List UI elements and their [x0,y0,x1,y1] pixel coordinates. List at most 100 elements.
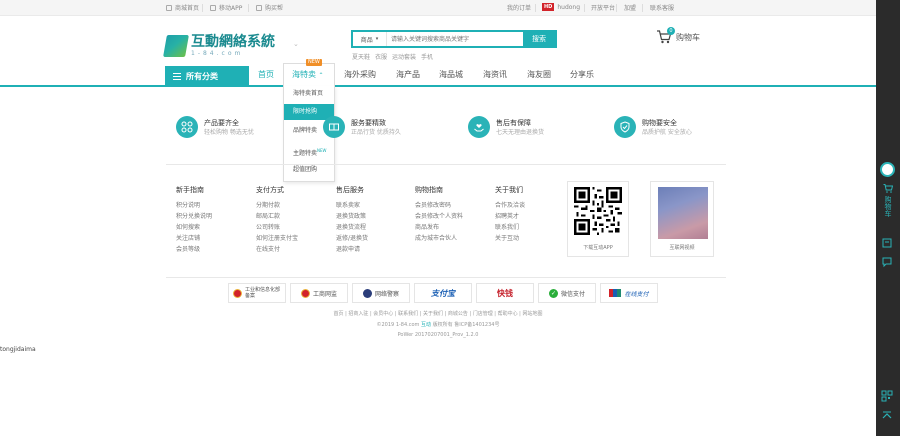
nav-item-friends[interactable]: 海友圈 [527,69,551,80]
emblem-icon [300,288,310,298]
open-platform-link[interactable]: 开放平台 [591,3,615,12]
service-item: 产品要齐全 轻松购物 畅选无忧 [176,116,254,138]
shield-check-icon [614,116,636,138]
footer-link[interactable]: 合作及洽谈 [495,200,525,211]
search-category-label: 商品 [360,36,373,44]
footer-link[interactable]: 积分兑换说明 [176,211,212,222]
badge-police[interactable]: 网络警察 [352,283,410,303]
footer-link[interactable]: 退换货流程 [336,222,368,233]
footer-link[interactable]: 如何注册支付宝 [256,233,298,244]
logo-text: 互動網絡系統 1-84.com [191,34,275,58]
emblem-icon [233,288,242,298]
customer-service-label: 联系客服 [650,5,675,12]
nav-item-home[interactable]: 首页 [258,69,274,80]
top-app-link[interactable]: 移动APP [210,3,242,12]
video-ad-card[interactable]: 互联网视频 [650,181,714,257]
top-home-label: 商城首页 [175,5,200,12]
nav-item-news[interactable]: 海资讯 [483,69,507,80]
nav-item-special[interactable]: 海特卖 ⌃ [292,69,324,80]
ad-image [658,187,708,239]
footer-link[interactable]: 招聘英才 [495,211,525,222]
nav-item-overseas[interactable]: 海外采购 [344,69,376,80]
footer-link[interactable]: 会员等级 [176,244,212,255]
footer-link[interactable]: 积分说明 [176,200,212,211]
hotword[interactable]: 运动套装 [392,52,416,61]
my-orders-link[interactable]: 我的订单 [507,3,531,12]
footer-link[interactable]: 分期付款 [256,200,298,211]
divider [166,277,726,278]
logo-mark-icon [163,35,189,57]
search-input[interactable] [387,32,523,46]
hotword[interactable]: 衣服 [375,52,387,61]
cart-button[interactable]: 0 购物车 [656,27,700,44]
user-avatar-icon[interactable] [880,162,895,177]
nav-item-mall[interactable]: 海品城 [439,69,463,80]
search-button[interactable]: 搜索 [523,32,555,46]
unionpay-icon [609,289,622,297]
all-categories-button[interactable]: 所有分类 [165,66,249,86]
footer-link[interactable]: 在线支付 [256,244,298,255]
qr-label: 下载互动APP [583,245,613,251]
footer-link[interactable]: 邮局汇款 [256,211,298,222]
nav-item-products[interactable]: 海产品 [396,69,420,80]
badge-kuaiqian[interactable]: 快钱 [476,283,534,303]
footer-link[interactable]: 公司转账 [256,222,298,233]
qr-code-icon[interactable] [881,390,893,402]
dropdown-item[interactable]: 海特卖首页 [284,86,334,102]
trust-badges: 工业和信息化部备案 工商网监 网络警察 支付宝 快钱 ✓ 微信支付 在线支付 [228,282,658,304]
hudong-link[interactable]: HD hudong [542,3,580,11]
assets-icon[interactable] [881,237,893,249]
badge-alipay[interactable]: 支付宝 [414,283,472,303]
footer-link[interactable]: 关注店铺 [176,233,212,244]
footer-link[interactable]: 联系我们 [495,222,525,233]
footer-link[interactable]: 联系卖家 [336,200,368,211]
service-subtitle: 品质护航 安全放心 [642,128,692,136]
footer-link[interactable]: 成为城市合伙人 [415,233,463,244]
footer-column-title: 关于我们 [495,186,523,194]
franchise-label: 加盟 [624,5,637,12]
search-category-select[interactable]: 商品 ▾ [353,32,387,46]
franchise-link[interactable]: 加盟 [624,3,636,12]
footer-link[interactable]: 关于互动 [495,233,525,244]
footer-link[interactable]: 退换货政策 [336,211,368,222]
phone-icon [210,4,216,11]
copyright-rest: 版权所有 鲁ICP备1401234号 [432,322,500,328]
badge-unionpay[interactable]: 在线支付 [600,283,658,303]
toolbar-cart-label: 购物车 [884,196,892,217]
chat-bubble-icon[interactable] [881,256,893,268]
service-subtitle: 七天无理由退换货 [496,128,545,136]
hands-heart-icon [468,116,490,138]
hotword[interactable]: 手机 [421,52,433,61]
divider [616,4,617,12]
dropdown-item[interactable]: 主题特卖NEW [284,143,334,159]
divider [535,4,536,12]
toolbar-cart-button[interactable]: 购物车 [880,184,896,217]
footer-link[interactable]: 会员修改个人资料 [415,211,463,222]
service-title: 服务要精致 [351,118,386,127]
company-link[interactable]: 互动 [421,322,431,328]
top-home-link[interactable]: 商城首页 [166,3,199,12]
footer-link[interactable]: 会员修改密码 [415,200,463,211]
ticket-icon [323,116,345,138]
back-to-top-icon[interactable] [881,410,893,422]
nav-item-share[interactable]: 分享乐 [570,69,594,80]
footer-link[interactable]: 返修/退换货 [336,233,368,244]
right-toolbar: 购物车 [876,0,900,436]
site-logo[interactable]: 互動網絡系統 1-84.com [163,34,275,58]
footer-column: 购物指南 会员修改密码 会员修改个人资料 商品发布 成为城市合伙人 [415,185,463,244]
all-categories-label: 所有分类 [186,71,218,81]
badge-wechatpay[interactable]: ✓ 微信支付 [538,283,596,303]
dropdown-item-label: 主题特卖 [293,150,318,157]
hotword[interactable]: 夏天鞋 [352,52,370,61]
chevron-up-icon: ⌃ [318,72,324,79]
badge-miit[interactable]: 工业和信息化部备案 [228,283,286,303]
cart-icon [883,184,894,193]
footer-link[interactable]: 如何搜索 [176,222,212,233]
footer-link[interactable]: 退款申请 [336,244,368,255]
footer-link[interactable]: 商品发布 [415,222,463,233]
customer-service-link[interactable]: 联系客服 [650,3,674,12]
app-qr-card[interactable]: 下载互动APP [567,181,629,257]
footer-links[interactable]: 首页 | 招商入驻 | 会员中心 | 联系我们 | 关于我们 | 商城公告 | … [0,310,876,317]
top-forum-link[interactable]: 购买帮 [256,3,283,12]
badge-gongshang[interactable]: 工商网监 [290,283,348,303]
